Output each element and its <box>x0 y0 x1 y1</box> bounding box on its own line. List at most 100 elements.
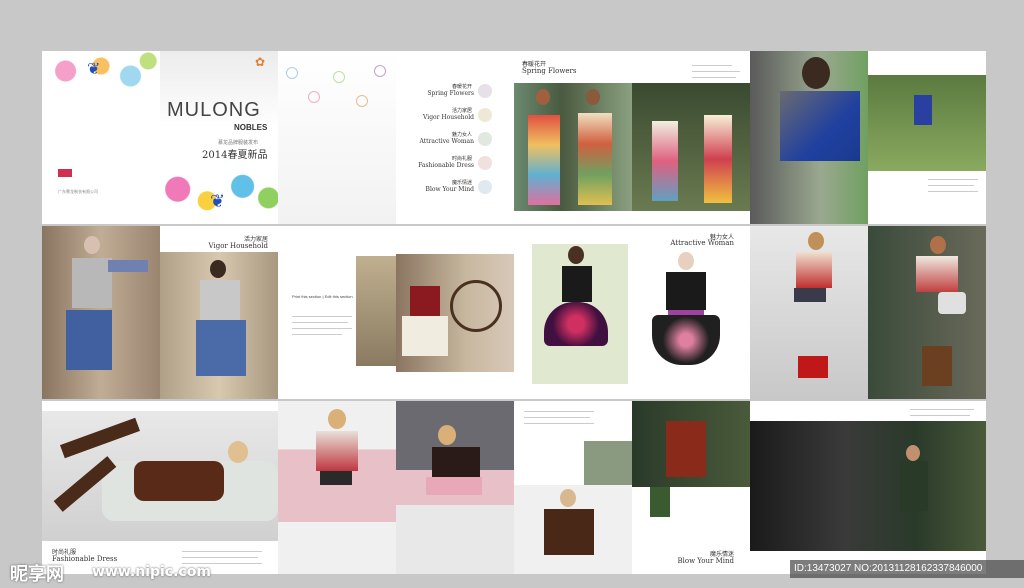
section-en-blow: Blow Your Mind <box>677 557 734 565</box>
text-rule <box>928 179 978 180</box>
white-skirt <box>402 316 448 356</box>
attractive-page-left <box>514 226 632 399</box>
model-head <box>930 236 946 254</box>
toc-marker <box>478 156 492 170</box>
model-head <box>228 441 248 463</box>
blue-scarf <box>108 260 148 272</box>
text-rule <box>524 411 594 412</box>
attractive-page-right: 魅力女人 Attractive Woman <box>632 226 750 399</box>
pink-page-right <box>396 401 514 574</box>
blow-page-left <box>514 401 632 574</box>
model-head <box>210 260 226 278</box>
text-rule <box>524 417 590 418</box>
ornament-dot <box>333 71 345 83</box>
model-head <box>560 489 576 507</box>
toc-cn-5: 魔乐情迷 <box>451 180 472 186</box>
butterfly-icon: ❦ <box>87 59 101 78</box>
black-shorts <box>320 471 352 485</box>
text-rule <box>692 77 736 78</box>
spinning-wheel-page <box>396 226 514 399</box>
shawl-page-right <box>868 51 986 224</box>
toc-marker <box>478 180 492 194</box>
floral-dress <box>528 115 560 205</box>
pink-page-left <box>278 401 396 574</box>
blue-top <box>914 95 932 125</box>
cover-back-page: ❦ 广东慕龙制衣有限公司 <box>42 51 160 224</box>
toc-cn-3: 魅力女人 <box>451 132 472 138</box>
wheel <box>450 280 502 332</box>
photo-interior <box>356 256 396 366</box>
red-boots <box>798 356 828 378</box>
butterfly-icon: ❦ <box>210 191 226 212</box>
toc-cn-1: 春暖花开 <box>451 84 472 90</box>
blue-shawl <box>780 91 860 161</box>
red-dress <box>666 421 706 477</box>
floral-dress <box>652 121 678 201</box>
model-head <box>678 252 694 270</box>
text-rule <box>910 409 974 410</box>
text-rule <box>292 334 342 335</box>
brown-cardigan <box>544 509 594 555</box>
text-rule <box>910 415 970 416</box>
floral-dress <box>578 113 612 205</box>
green-dress <box>650 487 670 517</box>
denim-skirt <box>196 320 246 376</box>
floral-dress <box>704 115 732 203</box>
toc-cn-4: 时尚礼服 <box>451 156 472 162</box>
dark-interior-page <box>750 401 986 574</box>
text-rule <box>928 191 978 192</box>
grey-sweater <box>72 258 112 308</box>
boots-page-left <box>750 226 868 399</box>
section-en-spring: Spring Flowers <box>522 67 577 75</box>
toc-en-3: Attractive Woman <box>419 138 474 145</box>
floral-blouse <box>796 252 832 288</box>
red-cardigan <box>410 286 440 316</box>
model-head <box>328 409 346 429</box>
tagline: 慕龙品牌服装发布 <box>218 140 259 146</box>
toc-en-2: Vigor Household <box>423 114 474 121</box>
cover-front-page: MULONG NOBLES 慕龙品牌服装发布 2014春夏新品 ❦ ✿ <box>160 51 278 224</box>
toc-cn-2: 活力家居 <box>451 108 472 114</box>
brand-title: MULONG <box>167 99 261 121</box>
denim-shorts <box>794 288 826 302</box>
floral-blouse <box>916 256 958 292</box>
model-head <box>802 57 830 89</box>
toc-en-5: Blow Your Mind <box>425 186 474 193</box>
floral-skirt <box>652 315 720 365</box>
ornament-dot <box>356 95 368 107</box>
watermark-url: www.nipic.com <box>92 564 211 580</box>
season-title: 2014春夏新品 <box>202 150 268 161</box>
brand-subtitle: NOBLES <box>234 123 268 132</box>
model-head <box>438 425 456 445</box>
toc-marker <box>478 108 492 122</box>
text-rule <box>182 551 262 552</box>
pink-leggings <box>426 477 482 495</box>
print-note: Print this section | Edit this section <box>292 294 353 299</box>
toc-en-4: Fashionable Dress <box>418 162 474 169</box>
model-head <box>906 445 920 461</box>
text-rule <box>292 322 348 323</box>
section-en-attractive: Attractive Woman <box>670 239 734 247</box>
company-logo <box>58 169 72 177</box>
model-head <box>568 246 584 264</box>
toc-en-1: Spring Flowers <box>427 90 474 97</box>
denim-skirt <box>66 310 112 370</box>
black-top <box>432 447 480 477</box>
text-rule <box>928 185 974 186</box>
model-head <box>84 236 100 254</box>
vigor-page-left <box>42 226 160 399</box>
photo-dark-interior <box>750 421 986 551</box>
text-rule <box>692 71 740 72</box>
handbag-page-right <box>868 226 986 399</box>
photo-model-small <box>584 441 632 485</box>
butterfly-icon: ✿ <box>255 55 266 69</box>
watermark-id: ID:13473027 NO:20131128162337846000 <box>790 560 1024 578</box>
print-page: Print this section | Edit this section <box>278 226 396 399</box>
contents-page: 春暖花开 Spring Flowers 活力家居 Vigor Household… <box>396 51 514 224</box>
patterned-sweater <box>316 431 358 471</box>
model-head <box>536 89 550 105</box>
toc-marker <box>478 132 492 146</box>
shawl-page-left <box>750 51 868 224</box>
section-en-vigor: Vigor Household <box>208 242 268 250</box>
grey-sweater <box>200 280 240 320</box>
